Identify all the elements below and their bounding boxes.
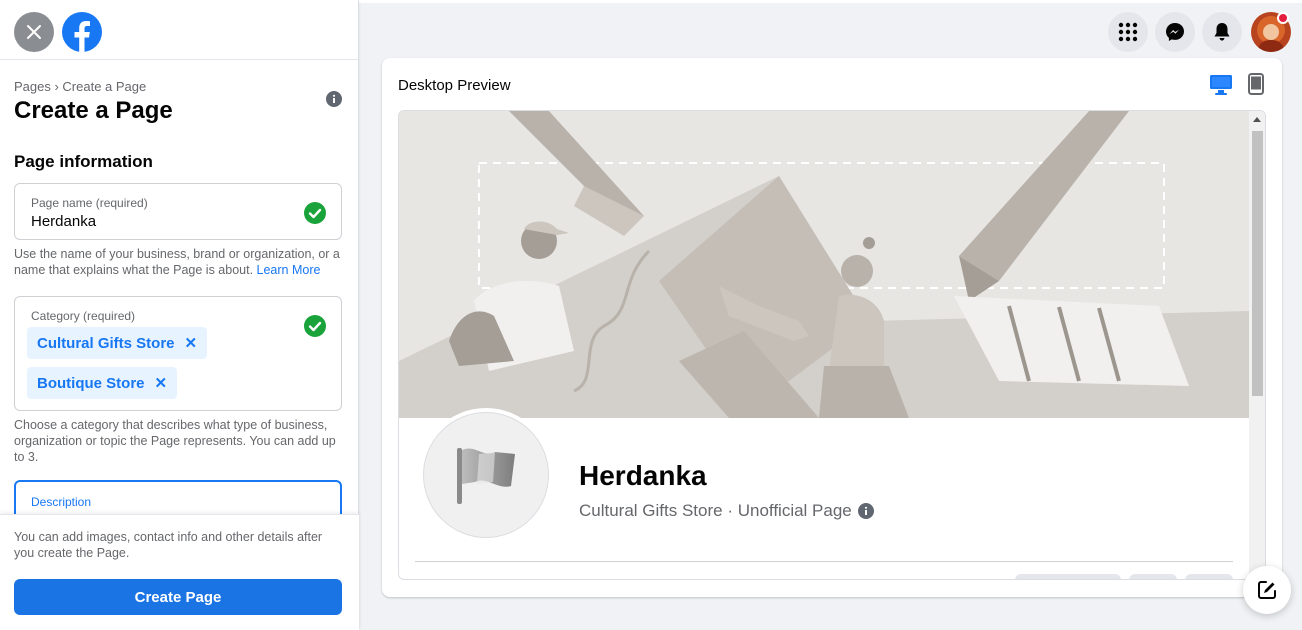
profile-placeholder xyxy=(423,412,549,538)
preview-divider xyxy=(415,561,1233,562)
page-preview-frame: Herdanka Cultural Gifts Store · Unoffici… xyxy=(398,110,1266,580)
menu-button[interactable] xyxy=(1108,12,1148,52)
category-chip-label: Cultural Gifts Store xyxy=(37,334,175,352)
menu-grid-icon xyxy=(1118,22,1138,42)
desktop-icon[interactable] xyxy=(1209,74,1233,96)
top-strip xyxy=(359,0,1302,3)
scroll-up-arrow[interactable] xyxy=(1253,117,1261,122)
page-name-value[interactable]: Herdanka xyxy=(31,213,96,230)
preview-title: Desktop Preview xyxy=(398,77,511,94)
preview-page-name: Herdanka xyxy=(579,460,707,491)
category-chip-label: Boutique Store xyxy=(37,374,145,392)
check-icon xyxy=(304,202,326,224)
preview-scrollbar[interactable] xyxy=(1249,111,1265,579)
description-label: Description xyxy=(31,495,92,509)
page-title: Create a Page xyxy=(14,97,173,124)
new-message-button[interactable] xyxy=(1243,566,1291,614)
page-name-help: Use the name of your business, brand or … xyxy=(14,246,344,278)
placeholder-button xyxy=(1129,574,1177,579)
create-page-panel: Pages › Create a Page Create a Page Page… xyxy=(0,0,359,630)
notification-dot xyxy=(1277,12,1289,24)
page-name-label: Page name (required) xyxy=(31,196,148,210)
footer-help: You can add images, contact info and oth… xyxy=(14,530,323,560)
messenger-button[interactable] xyxy=(1155,12,1195,52)
close-button[interactable] xyxy=(14,12,54,52)
remove-category-button[interactable]: ✕ xyxy=(155,374,168,392)
profile-picture xyxy=(419,408,553,542)
remove-category-button[interactable]: ✕ xyxy=(185,334,198,352)
facebook-logo[interactable] xyxy=(62,12,102,52)
messenger-icon xyxy=(1166,23,1184,41)
category-label: Category (required) xyxy=(31,309,136,323)
mobile-icon[interactable] xyxy=(1248,73,1264,95)
cover-illustration xyxy=(399,111,1249,418)
info-icon[interactable] xyxy=(857,503,874,519)
preview-card: Desktop Preview Herdanka Cultural Gifts … xyxy=(382,58,1282,597)
flag-icon xyxy=(457,448,515,504)
notifications-button[interactable] xyxy=(1202,12,1242,52)
section-title: Page information xyxy=(14,152,153,171)
category-chip: Cultural Gifts Store ✕ xyxy=(27,327,208,359)
category-field[interactable]: Category (required) Cultural Gifts Store… xyxy=(14,296,342,411)
close-icon xyxy=(27,25,41,39)
preview-subtitle-text: Cultural Gifts Store · Unofficial Page xyxy=(579,501,852,520)
bell-icon xyxy=(1214,23,1230,41)
create-page-button[interactable]: Create Page xyxy=(14,579,342,615)
info-icon[interactable] xyxy=(326,91,342,107)
category-help: Choose a category that describes what ty… xyxy=(14,418,336,464)
check-icon xyxy=(304,315,326,337)
learn-more-link[interactable]: Learn More xyxy=(257,263,321,277)
scroll-thumb[interactable] xyxy=(1252,131,1263,396)
category-chip: Boutique Store ✕ xyxy=(27,367,178,399)
edit-icon xyxy=(1258,581,1276,599)
breadcrumb: Pages › Create a Page xyxy=(14,79,147,94)
panel-footer: You can add images, contact info and oth… xyxy=(0,514,359,630)
page-name-field[interactable]: Page name (required) Herdanka xyxy=(14,183,342,240)
cover-art xyxy=(399,111,1249,418)
placeholder-button xyxy=(1015,574,1121,579)
preview-subtitle: Cultural Gifts Store · Unofficial Page xyxy=(579,501,874,521)
panel-header xyxy=(0,0,359,60)
placeholder-button xyxy=(1185,574,1233,579)
